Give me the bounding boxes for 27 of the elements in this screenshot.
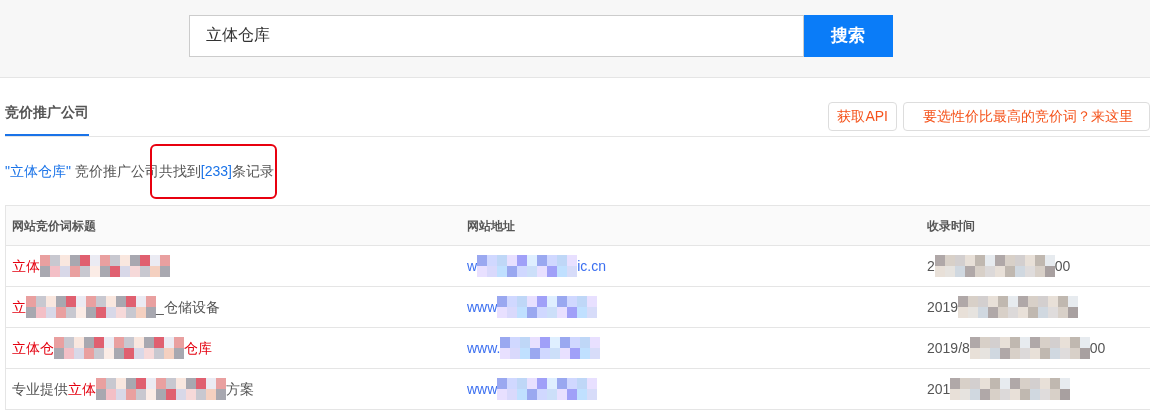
cell-text: 00 bbox=[1054, 256, 1071, 276]
cell-text: 2 bbox=[927, 256, 935, 276]
cell-text: ic.cn bbox=[577, 256, 606, 276]
action-button[interactable]: 要选性价比最高的竞价词？来这里 bbox=[903, 102, 1150, 131]
column-header: 网站竞价词标题 bbox=[11, 217, 97, 235]
cell-text: 仓库 bbox=[184, 338, 212, 358]
search-field[interactable]: 立体仓库 bbox=[188, 14, 804, 57]
cell-text: 立 bbox=[12, 297, 26, 317]
cell-text: 立体 bbox=[68, 379, 96, 399]
search-button[interactable]: 搜索 bbox=[803, 14, 893, 57]
column-header: 网站地址 bbox=[466, 217, 516, 235]
tab[interactable]: 竞价推广公司 bbox=[5, 102, 89, 136]
cell-text: www bbox=[467, 379, 498, 399]
cell-text: 立体 bbox=[12, 256, 40, 276]
cell-text: 2019/8 bbox=[927, 338, 970, 358]
action-button[interactable]: 获取API bbox=[828, 102, 897, 131]
cell-text: 00 bbox=[1089, 338, 1106, 358]
cell-text: w bbox=[467, 256, 478, 276]
column-header: 收录时间 bbox=[926, 217, 976, 235]
cell-text: 专业提供 bbox=[12, 379, 68, 399]
cell-text: 立体仓 bbox=[12, 338, 54, 358]
cell-text: 201 bbox=[927, 379, 951, 399]
cell-text: 方案 bbox=[226, 379, 254, 399]
cell-text: 2019 bbox=[927, 297, 959, 317]
cell-text: www bbox=[467, 297, 498, 317]
cell-text: _仓储设备 bbox=[156, 297, 220, 317]
cell-text: www. bbox=[467, 338, 501, 358]
